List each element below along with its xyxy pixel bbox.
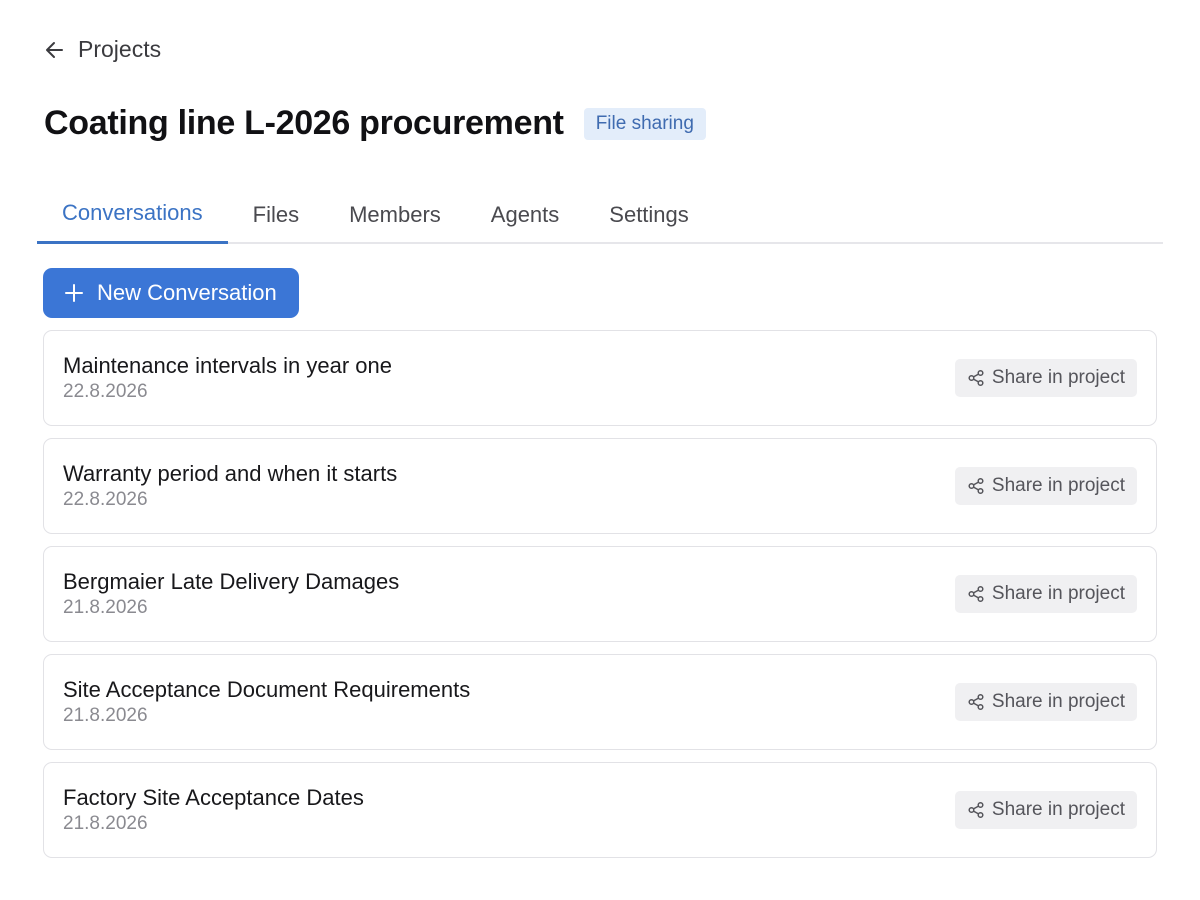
share-in-project-button[interactable]: Share in project: [954, 359, 1137, 397]
conversation-item[interactable]: Site Acceptance Document Requirements 21…: [43, 654, 1157, 750]
page-title: Coating line L-2026 procurement: [44, 104, 564, 142]
conversation-list: Maintenance intervals in year one 22.8.2…: [43, 330, 1157, 870]
tab-agents[interactable]: Agents: [466, 188, 585, 244]
share-in-project-button[interactable]: Share in project: [954, 575, 1137, 613]
new-conversation-button[interactable]: New Conversation: [43, 268, 299, 318]
conversation-date: 21.8.2026: [63, 813, 148, 834]
share-in-project-button[interactable]: Share in project: [954, 683, 1137, 721]
conversation-title: Warranty period and when it starts: [63, 461, 398, 486]
tab-conversations[interactable]: Conversations: [37, 188, 228, 244]
tab-label: Members: [349, 201, 441, 227]
plus-icon: [65, 284, 83, 302]
share-label: Share in project: [991, 799, 1125, 820]
back-link-label: Projects: [78, 36, 162, 62]
share-icon: [968, 477, 984, 495]
conversation-info: Factory Site Acceptance Dates 21.8.2026: [63, 785, 364, 835]
conversation-title: Factory Site Acceptance Dates: [63, 785, 364, 810]
share-label: Share in project: [991, 583, 1125, 604]
conversation-title: Bergmaier Late Delivery Damages: [63, 569, 400, 594]
share-icon: [968, 585, 984, 603]
file-sharing-badge: File sharing: [583, 107, 706, 140]
conversation-item[interactable]: Maintenance intervals in year one 22.8.2…: [43, 330, 1157, 426]
back-to-projects-link[interactable]: Projects: [44, 36, 161, 63]
conversation-date: 22.8.2026: [63, 381, 148, 402]
share-in-project-button[interactable]: Share in project: [954, 467, 1137, 505]
new-conversation-label: New Conversation: [97, 280, 277, 305]
conversation-info: Warranty period and when it starts 22.8.…: [63, 461, 397, 511]
conversation-item[interactable]: Factory Site Acceptance Dates 21.8.2026 …: [43, 762, 1157, 858]
share-icon: [968, 693, 984, 711]
conversation-info: Site Acceptance Document Requirements 21…: [63, 677, 470, 727]
conversation-item[interactable]: Warranty period and when it starts 22.8.…: [43, 438, 1157, 534]
page-header: Coating line L-2026 procurement File sha…: [44, 104, 706, 143]
conversation-title: Site Acceptance Document Requirements: [63, 677, 471, 702]
share-label: Share in project: [991, 367, 1125, 388]
tab-label: Files: [252, 201, 300, 227]
tab-bar: Conversations Files Members Agents Setti…: [37, 188, 1163, 244]
tab-label: Conversations: [62, 199, 203, 225]
conversation-date: 21.8.2026: [63, 705, 148, 726]
share-label: Share in project: [991, 475, 1125, 496]
conversation-date: 21.8.2026: [63, 597, 148, 618]
conversation-title: Maintenance intervals in year one: [63, 353, 392, 378]
conversation-info: Bergmaier Late Delivery Damages 21.8.202…: [63, 569, 399, 619]
tab-files[interactable]: Files: [228, 188, 324, 244]
share-icon: [968, 801, 984, 819]
conversation-date: 22.8.2026: [63, 489, 148, 510]
tab-settings[interactable]: Settings: [584, 188, 714, 244]
share-icon: [968, 369, 984, 387]
conversation-item[interactable]: Bergmaier Late Delivery Damages 21.8.202…: [43, 546, 1157, 642]
arrow-left-icon: [46, 41, 63, 58]
conversation-info: Maintenance intervals in year one 22.8.2…: [63, 353, 392, 403]
tab-members[interactable]: Members: [324, 188, 466, 244]
share-in-project-button[interactable]: Share in project: [954, 791, 1137, 829]
tab-label: Settings: [609, 201, 689, 227]
tab-label: Agents: [490, 201, 560, 227]
share-label: Share in project: [991, 691, 1125, 712]
